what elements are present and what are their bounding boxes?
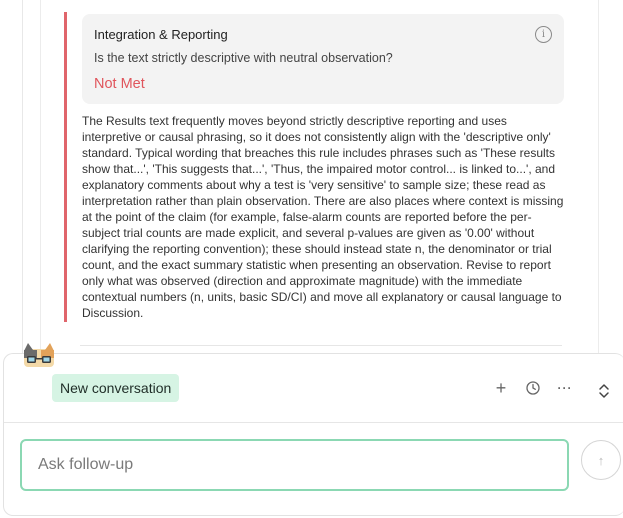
thread-line	[22, 0, 23, 355]
info-icon[interactable]: i	[535, 26, 552, 43]
criterion-header-box: Integration & Reporting i Is the text st…	[82, 14, 564, 104]
tab-new-conversation[interactable]: New conversation	[52, 374, 180, 402]
page: Integration & Reporting i Is the text st…	[0, 0, 623, 518]
plus-icon: +	[495, 377, 507, 398]
more-options-button[interactable]: ···	[555, 378, 575, 398]
followup-input[interactable]	[20, 439, 569, 491]
assistant-avatar-icon	[24, 343, 54, 367]
thread-line-inner	[40, 0, 41, 355]
history-button[interactable]	[523, 378, 543, 398]
criterion-title: Integration & Reporting	[94, 27, 228, 42]
expand-collapse-button[interactable]	[594, 381, 614, 401]
content-border-right	[598, 0, 599, 355]
criterion-explanation: The Results text frequently moves beyond…	[82, 114, 564, 320]
clock-icon	[526, 381, 540, 395]
chat-separator	[4, 422, 623, 423]
chevron-up-down-icon	[599, 384, 609, 398]
criterion-question: Is the text strictly descriptive with ne…	[94, 51, 393, 65]
more-icon: ···	[557, 381, 573, 395]
criterion-card: Integration & Reporting i Is the text st…	[64, 12, 564, 322]
arrow-up-icon: ↑	[597, 452, 605, 468]
send-button[interactable]: ↑	[581, 440, 621, 480]
criterion-status: Not Met	[94, 76, 145, 92]
add-conversation-button[interactable]: +	[491, 378, 511, 398]
divider	[80, 345, 562, 346]
